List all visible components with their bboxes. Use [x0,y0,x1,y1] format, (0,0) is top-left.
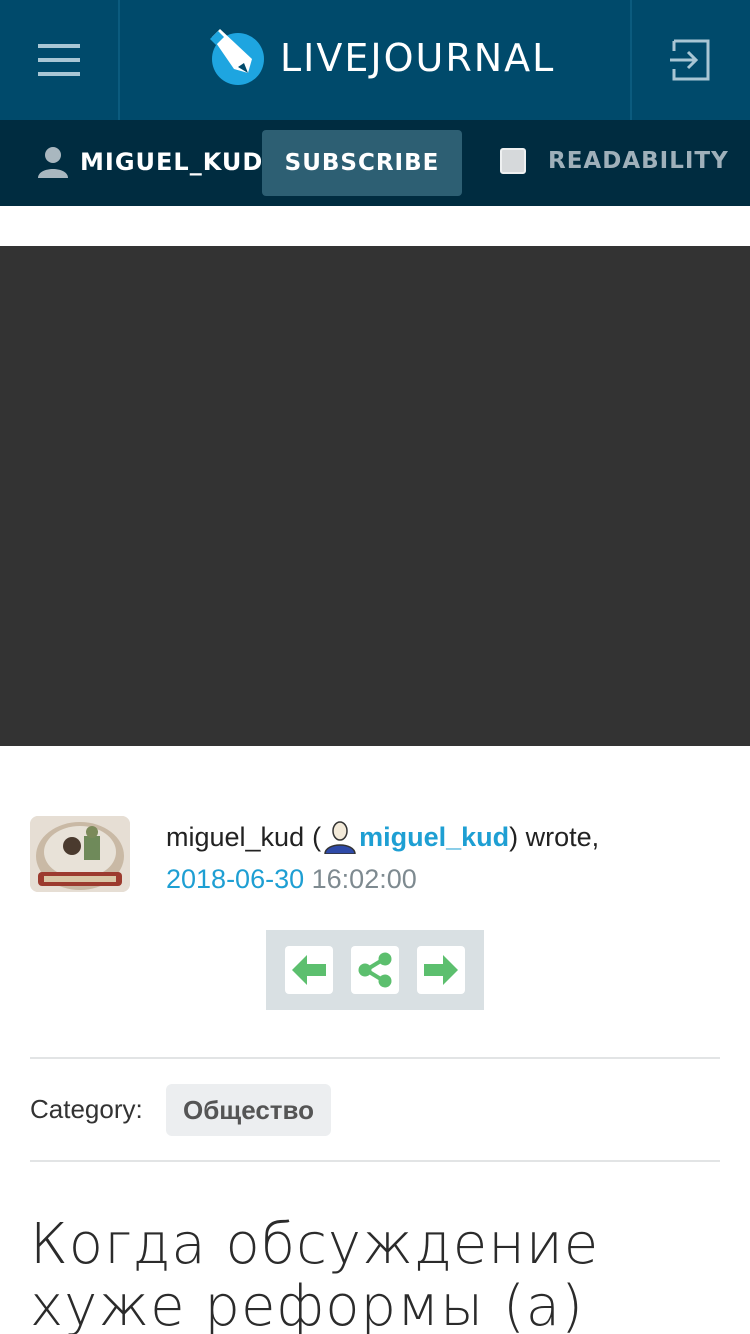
share-icon [358,952,392,988]
journal-username: MIGUEL_KUD [80,148,264,176]
previous-post-button[interactable] [285,946,333,994]
divider-top [30,1057,720,1059]
menu-button[interactable] [0,0,120,120]
top-header: LIVEJOURNAL [0,0,750,120]
post-navigation [266,930,484,1010]
next-post-button[interactable] [417,946,465,994]
share-button[interactable] [351,946,399,994]
category-tag[interactable]: Общество [166,1084,332,1136]
open-paren: ( [312,821,322,852]
author-name: miguel_kud [166,821,305,852]
logo-text: LIVEJOURNAL [280,36,556,80]
subscribe-button[interactable]: SUBSCRIBE [262,130,462,196]
avatar-image [30,816,130,892]
livejournal-pencil-icon [210,29,264,85]
author-avatar[interactable] [30,816,130,892]
user-head-icon [324,821,356,854]
login-button[interactable] [630,0,750,120]
post-title: Когда обсуждение хуже реформы (а) [30,1212,600,1334]
wrote-text: ) wrote, [509,821,600,852]
journal-subbar: MIGUEL_KUD SUBSCRIBE READABILITY [0,120,750,206]
author-user-link[interactable]: miguel_kud [359,822,509,853]
ad-placeholder [0,246,750,746]
readability-label: READABILITY [548,148,729,174]
user-icon [38,147,68,178]
login-icon [670,39,710,81]
arrow-left-icon [292,955,326,985]
journal-user-link[interactable]: MIGUEL_KUD [38,146,263,178]
readability-toggle[interactable]: READABILITY [500,148,729,174]
livejournal-logo[interactable]: LIVEJOURNAL [208,28,555,88]
arrow-right-icon [424,955,458,985]
divider-bottom [30,1160,720,1162]
post-datetime: 2018-06-30 16:02:00 [166,864,417,895]
readability-checkbox[interactable] [500,148,526,174]
post-date-link[interactable]: 2018-06-30 [166,864,304,894]
category-label: Category: [30,1094,143,1124]
author-line: miguel_kud ( miguel_kud ) wrote, [166,820,599,854]
hamburger-menu-icon [38,44,80,76]
post-time: 16:02:00 [311,864,417,894]
